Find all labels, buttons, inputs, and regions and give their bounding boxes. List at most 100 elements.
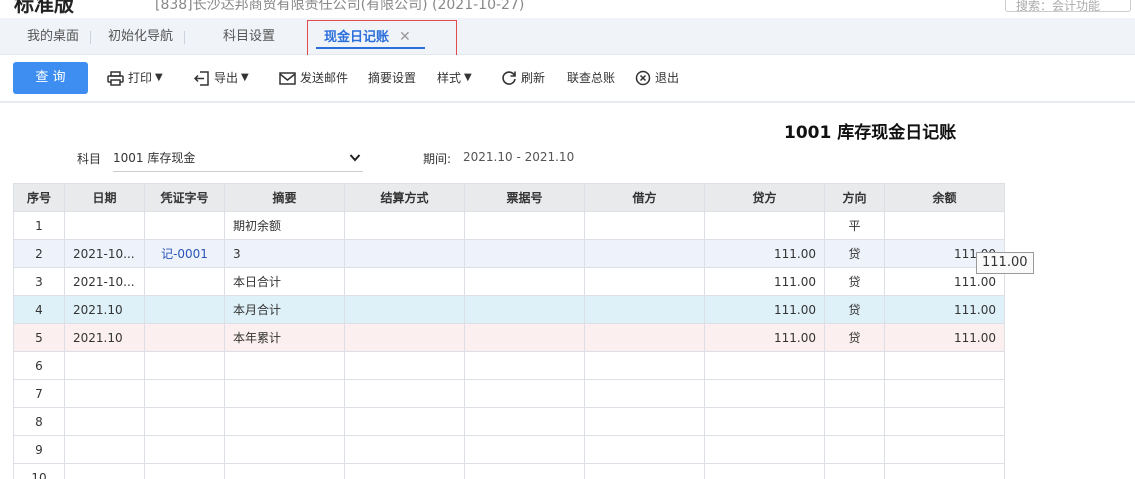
summary-settings-button[interactable]: 摘要设置 bbox=[368, 69, 416, 87]
cell-debit bbox=[584, 379, 705, 408]
col-header-credit[interactable]: 贷方 bbox=[704, 183, 825, 212]
tab-desktop[interactable]: 我的桌面 bbox=[27, 18, 92, 55]
refresh-button[interactable]: 刷新 bbox=[501, 69, 545, 87]
app-header: 标准版 [838]长沙达邦商贸有限责任公司(有限公司) (2021-10-27)… bbox=[0, 0, 1135, 18]
report-title: 1001 库存现金日记账 bbox=[784, 123, 957, 143]
cell-debit bbox=[584, 267, 705, 296]
chevron-down-icon: ▼ bbox=[155, 72, 163, 83]
cell-date: 2021-10... bbox=[64, 267, 145, 296]
printer-icon bbox=[107, 70, 124, 86]
table-row[interactable]: 1 期初余额 平 bbox=[13, 211, 1005, 240]
cell-settlement bbox=[344, 323, 465, 352]
tab-cash-journal[interactable]: 现金日记账 ✕ bbox=[316, 18, 425, 55]
col-header-direction[interactable]: 方向 bbox=[824, 183, 885, 212]
cell-date bbox=[64, 463, 145, 479]
cell-balance bbox=[884, 463, 1005, 479]
col-header-summary[interactable]: 摘要 bbox=[224, 183, 345, 212]
general-ledger-link[interactable]: 联查总账 bbox=[567, 69, 615, 87]
cell-no: 8 bbox=[13, 407, 65, 436]
cell-date: 2021-10... bbox=[64, 239, 145, 268]
cell-direction bbox=[824, 463, 885, 479]
style-button[interactable]: 样式 ▼ bbox=[437, 69, 472, 87]
cell-bill-no bbox=[464, 407, 585, 436]
email-icon bbox=[279, 71, 296, 85]
col-header-no[interactable]: 序号 bbox=[13, 183, 65, 212]
cell-date: 2021.10 bbox=[64, 323, 145, 352]
company-name: [838]长沙达邦商贸有限责任公司(有限公司) (2021-10-27) bbox=[155, 0, 525, 13]
cell-summary bbox=[224, 435, 345, 464]
cell-no: 3 bbox=[13, 267, 65, 296]
send-email-label: 发送邮件 bbox=[300, 71, 349, 85]
cell-bill-no bbox=[464, 239, 585, 268]
export-button[interactable]: 导出 ▼ bbox=[194, 69, 249, 87]
query-button[interactable]: 查 询 bbox=[13, 62, 88, 94]
cell-settlement bbox=[344, 463, 465, 479]
app-logo: 标准版 bbox=[14, 0, 74, 16]
print-button[interactable]: 打印 ▼ bbox=[107, 69, 163, 87]
exit-button[interactable]: 退出 bbox=[635, 69, 679, 87]
table-row[interactable]: 6 bbox=[13, 351, 1005, 380]
cell-no: 5 bbox=[13, 323, 65, 352]
col-header-bill-no[interactable]: 票据号 bbox=[464, 183, 585, 212]
cell-direction: 贷 bbox=[824, 295, 885, 324]
close-circle-icon bbox=[635, 70, 651, 86]
col-header-voucher[interactable]: 凭证字号 bbox=[144, 183, 225, 212]
cell-voucher bbox=[144, 379, 225, 408]
cell-credit: 111.00 bbox=[704, 267, 825, 296]
table-row[interactable]: 8 bbox=[13, 407, 1005, 436]
cell-balance bbox=[884, 351, 1005, 380]
cell-bill-no bbox=[464, 463, 585, 479]
cell-no: 4 bbox=[13, 295, 65, 324]
search-input[interactable]: 搜索：会计功能 bbox=[1005, 0, 1131, 12]
tab-account-settings[interactable]: 科目设置 bbox=[223, 18, 275, 55]
voucher-link[interactable]: 记-0001 bbox=[144, 239, 225, 268]
cell-voucher bbox=[144, 407, 225, 436]
close-icon[interactable]: ✕ bbox=[399, 29, 411, 45]
col-header-date[interactable]: 日期 bbox=[64, 183, 145, 212]
cell-no: 1 bbox=[13, 211, 65, 240]
table-row[interactable]: 10 bbox=[13, 463, 1005, 479]
cell-bill-no bbox=[464, 435, 585, 464]
cell-direction bbox=[824, 379, 885, 408]
cell-voucher bbox=[144, 323, 225, 352]
table-row[interactable]: 4 2021.10 本月合计 111.00 贷 111.00 bbox=[13, 295, 1005, 324]
period-label: 期间: bbox=[423, 152, 452, 166]
table-row[interactable]: 7 bbox=[13, 379, 1005, 408]
cell-credit bbox=[704, 435, 825, 464]
table-row[interactable]: 3 2021-10... 本日合计 111.00 贷 111.00 bbox=[13, 267, 1005, 296]
table-row[interactable]: 9 bbox=[13, 435, 1005, 464]
cell-date bbox=[64, 211, 145, 240]
table-row[interactable]: 5 2021.10 本年累计 111.00 贷 111.00 bbox=[13, 323, 1005, 352]
cell-bill-no bbox=[464, 323, 585, 352]
cell-voucher bbox=[144, 295, 225, 324]
cell-direction: 平 bbox=[824, 211, 885, 240]
cell-date: 2021.10 bbox=[64, 295, 145, 324]
cell-debit bbox=[584, 295, 705, 324]
cell-no: 9 bbox=[13, 435, 65, 464]
col-header-settlement[interactable]: 结算方式 bbox=[344, 183, 465, 212]
cell-no: 10 bbox=[13, 463, 65, 479]
cell-date bbox=[64, 435, 145, 464]
cell-settlement bbox=[344, 295, 465, 324]
send-email-button[interactable]: 发送邮件 bbox=[279, 69, 348, 87]
exit-label: 退出 bbox=[655, 71, 680, 85]
table-row[interactable]: 2 2021-10... 记-0001 3 111.00 贷 111.00 bbox=[13, 239, 1005, 268]
cell-settlement bbox=[344, 435, 465, 464]
cell-voucher bbox=[144, 351, 225, 380]
tab-init-guide[interactable]: 初始化导航 bbox=[108, 18, 186, 55]
cell-balance: 111.00 bbox=[884, 323, 1005, 352]
tab-cash-journal-label: 现金日记账 bbox=[324, 30, 390, 45]
subject-select[interactable]: 1001 库存现金 bbox=[113, 146, 363, 172]
col-header-debit[interactable]: 借方 bbox=[584, 183, 705, 212]
cell-balance bbox=[884, 379, 1005, 408]
cell-summary: 期初余额 bbox=[224, 211, 345, 240]
cell-direction: 贷 bbox=[824, 323, 885, 352]
col-header-balance[interactable]: 余额 bbox=[884, 183, 1005, 212]
cash-journal-table: 序号 日期 凭证字号 摘要 结算方式 票据号 借方 贷方 方向 余额 1 期初余… bbox=[13, 183, 1005, 479]
cell-settlement bbox=[344, 211, 465, 240]
cell-bill-no bbox=[464, 351, 585, 380]
cell-bill-no bbox=[464, 379, 585, 408]
cell-balance: 111.00 bbox=[884, 295, 1005, 324]
cell-debit bbox=[584, 435, 705, 464]
cell-credit: 111.00 bbox=[704, 295, 825, 324]
